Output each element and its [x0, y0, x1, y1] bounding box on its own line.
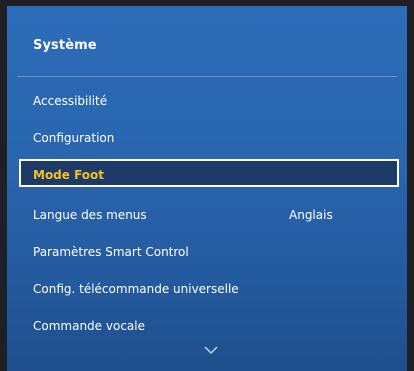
menu-item-label: Langue des menus [33, 208, 147, 222]
menu-item-label: Config. télécommande universelle [33, 282, 239, 296]
menu-item-parametres-smart-control[interactable]: Paramètres Smart Control [33, 241, 393, 263]
menu-item-commande-vocale[interactable]: Commande vocale [33, 315, 393, 337]
settings-menu-list: Accessibilité Configuration Mode Foot La… [7, 6, 407, 371]
menu-item-mode-foot[interactable]: Mode Foot [19, 159, 399, 187]
menu-item-label: Accessibilité [33, 94, 108, 108]
chevron-down-icon[interactable] [204, 345, 218, 355]
menu-item-configuration[interactable]: Configuration [33, 127, 393, 149]
menu-item-config-telecommande[interactable]: Config. télécommande universelle [33, 278, 393, 300]
menu-item-label: Paramètres Smart Control [33, 245, 189, 259]
menu-item-label: Commande vocale [33, 319, 145, 333]
menu-item-label: Configuration [33, 131, 115, 145]
menu-item-langue-des-menus[interactable]: Langue des menus Anglais [33, 204, 393, 226]
menu-item-label: Mode Foot [33, 168, 105, 182]
menu-item-accessibilite[interactable]: Accessibilité [33, 90, 393, 112]
tv-screen: Système Accessibilité Configuration Mode… [0, 0, 414, 371]
menu-item-value: Anglais [289, 208, 333, 222]
system-menu-panel: Système Accessibilité Configuration Mode… [7, 6, 407, 371]
